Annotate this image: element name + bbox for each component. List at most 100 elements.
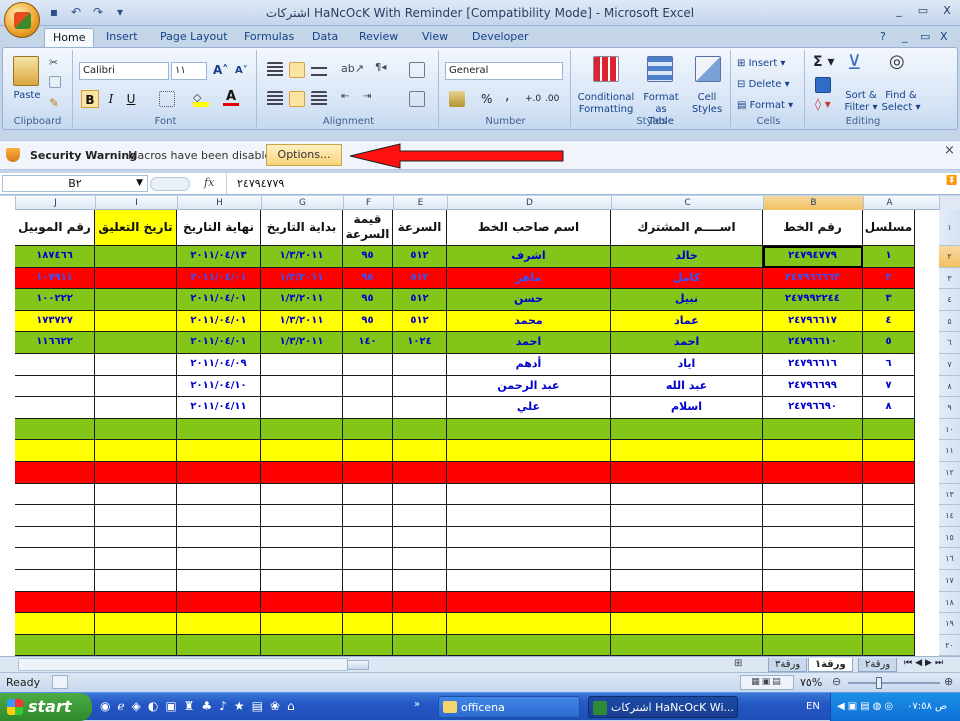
row-header[interactable]: ٥ [939, 311, 960, 333]
star-icon[interactable]: ★ [234, 699, 245, 713]
close-button[interactable]: X [938, 3, 956, 19]
cell-e[interactable] [393, 634, 447, 656]
column-title[interactable]: اسم صاحب الخط [447, 210, 611, 246]
tab-formulas[interactable]: Formulas [236, 28, 302, 48]
grow-font-icon[interactable]: A˄ [213, 64, 228, 76]
cell-f[interactable] [343, 526, 393, 549]
cut-icon[interactable]: ✂ [49, 56, 65, 72]
cell-j[interactable] [15, 526, 95, 549]
insert-button[interactable]: ⊞ Insert ▾ [737, 58, 785, 70]
cell-f[interactable]: ١٤٠ [343, 332, 393, 354]
cell-j[interactable] [15, 397, 95, 419]
cell-i[interactable] [95, 267, 177, 290]
cell-j[interactable]: ١٨٧٤٦٦ [15, 246, 95, 268]
cell-j[interactable]: ١٧٣٧٢٧ [15, 310, 95, 333]
row-header[interactable]: ٧ [939, 354, 960, 376]
cell-c[interactable]: خالد [611, 246, 763, 268]
cell-b[interactable] [763, 440, 863, 462]
autosum-icon[interactable]: Σ ▾ [813, 55, 834, 69]
conditional-formatting-icon[interactable] [593, 56, 619, 82]
currency-icon[interactable] [449, 91, 465, 107]
cell-e[interactable] [393, 570, 447, 592]
cell-j[interactable] [15, 418, 95, 441]
cell-f[interactable]: ٩٥ [343, 289, 393, 311]
cell-c[interactable] [611, 440, 763, 462]
cell-b[interactable] [763, 505, 863, 527]
cell-e[interactable] [393, 613, 447, 635]
cell-j[interactable]: ١١٦٦٢٢ [15, 332, 95, 354]
column-title[interactable]: نهاية التاريخ [177, 210, 261, 246]
column-title[interactable]: مسلسل [863, 210, 915, 246]
cell-a[interactable]: ٤ [863, 310, 915, 333]
cell-a[interactable] [863, 505, 915, 527]
cell-e[interactable]: ٥١٢ [393, 310, 447, 333]
cell-f[interactable] [343, 418, 393, 441]
cell-a[interactable] [863, 462, 915, 484]
insert-function-icon[interactable]: fx [204, 176, 214, 189]
cell-h[interactable] [177, 440, 261, 462]
cell-e[interactable] [393, 548, 447, 570]
increase-indent-icon[interactable]: ⇥ [363, 91, 379, 107]
ie-icon[interactable]: ℯ [117, 699, 124, 713]
cell-d[interactable]: احمد [447, 332, 611, 354]
cell-f[interactable]: ٩٥ [343, 246, 393, 268]
minimize-button[interactable]: _ [890, 3, 908, 19]
cell-b[interactable]: ٢٤٧٩٦٦٩٠ [763, 397, 863, 419]
delete-button[interactable]: ⊟ Delete ▾ [737, 79, 790, 91]
tab-review[interactable]: Review [351, 28, 406, 48]
cell-j[interactable] [15, 440, 95, 462]
cell-c[interactable] [611, 505, 763, 527]
cell-e[interactable]: ١٠٢٤ [393, 332, 447, 354]
column-header-b[interactable]: B [763, 196, 863, 210]
cell-a[interactable]: ٣ [863, 289, 915, 311]
cell-c[interactable]: احمد [611, 332, 763, 354]
cell-h[interactable]: ٢٠١١/٠٤/٠١ [177, 267, 261, 290]
app-icon-8[interactable]: ❀ [270, 699, 280, 713]
row-header[interactable]: ١٠ [939, 419, 960, 441]
cell-e[interactable] [393, 397, 447, 419]
cell-h[interactable]: ٢٠١١/٠٤/٠٩ [177, 354, 261, 376]
taskbar-excel-button[interactable]: اشتركات HaNcOcK Wi... [588, 696, 738, 718]
cell-d[interactable] [447, 613, 611, 635]
cell-a[interactable]: ١ [863, 246, 915, 268]
row-header[interactable]: ١٢ [939, 462, 960, 484]
comma-button[interactable]: , [505, 89, 509, 103]
cell-i[interactable] [95, 418, 177, 441]
row-header[interactable]: ٢ [939, 246, 960, 268]
cell-d[interactable] [447, 548, 611, 570]
cell-g[interactable]: ١/٣/٢٠١١ [261, 332, 343, 354]
column-title[interactable]: رقم الخط [763, 210, 863, 246]
start-button[interactable]: start [0, 693, 92, 721]
percent-button[interactable]: % [481, 93, 492, 105]
column-title[interactable]: تاريخ التعليق [95, 210, 177, 246]
bold-button[interactable]: B [81, 90, 99, 108]
row-header[interactable]: ٦ [939, 332, 960, 354]
cell-i[interactable] [95, 634, 177, 656]
horizontal-scrollbar[interactable] [18, 658, 369, 671]
sort-filter-button[interactable]: Sort & Filter ▾ [841, 90, 881, 114]
formula-bar-resize-handle[interactable] [150, 177, 190, 191]
cell-a[interactable]: ٧ [863, 375, 915, 398]
cell-a[interactable] [863, 570, 915, 592]
column-header-f[interactable]: F [343, 196, 393, 210]
format-button[interactable]: ▤ Format ▾ [737, 100, 793, 112]
cell-b[interactable]: ٢٤٧٩٦٦١٦ [763, 354, 863, 376]
row-header[interactable]: ١٥ [939, 527, 960, 549]
help-icon[interactable]: ? [876, 28, 890, 48]
cell-b[interactable]: ٢٤٧٩٩٢٢٤٤ [763, 289, 863, 311]
cell-h[interactable] [177, 418, 261, 441]
cell-i[interactable] [95, 526, 177, 549]
cell-g[interactable]: ١/٣/٢٠١١ [261, 246, 343, 268]
cell-c[interactable] [611, 548, 763, 570]
cell-a[interactable] [863, 526, 915, 549]
cell-c[interactable]: عبد الله [611, 375, 763, 398]
cell-g[interactable]: ١/٣/٢٠١١ [261, 267, 343, 290]
cell-b[interactable]: ٢٤٧٩٦٦١٠ [763, 332, 863, 354]
paste-icon[interactable] [13, 56, 39, 86]
column-title[interactable]: رقم الموبيل [15, 210, 95, 246]
cell-i[interactable] [95, 483, 177, 506]
sheet-tab-3[interactable]: ورقة٣ [768, 658, 808, 672]
cell-c[interactable] [611, 591, 763, 614]
view-buttons-icon[interactable]: ▦▣▤ [740, 675, 794, 690]
app-icon-5[interactable]: ♣ [201, 699, 212, 713]
